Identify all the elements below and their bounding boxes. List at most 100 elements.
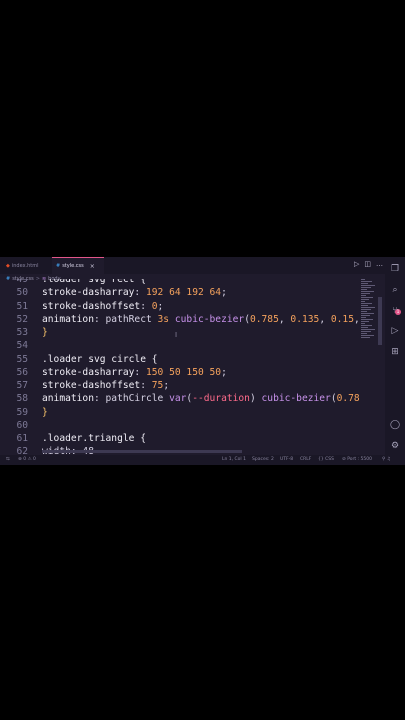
code-line[interactable]: 56 stroke-dasharray: 150 50 150 50; [0, 366, 360, 379]
line-number: 57 [16, 380, 28, 391]
line-number: 59 [16, 406, 28, 418]
editor-actions: ▷ ◫ … [354, 260, 383, 268]
line-number: 52 [16, 313, 28, 325]
line-ending[interactable]: CRLF [300, 457, 311, 462]
run-debug-icon[interactable]: ▷ [389, 325, 401, 337]
minimap-line [361, 329, 375, 330]
minimap-line [361, 315, 370, 316]
code-token: : pathRect [93, 313, 158, 325]
line-source: .loader.triangle { [42, 432, 146, 445]
vertical-scrollbar[interactable] [378, 297, 382, 345]
remote-icon[interactable]: ⇆ [6, 457, 10, 462]
code-token: ; [163, 380, 170, 391]
code-token: ) [249, 393, 262, 405]
extensions-icon[interactable]: ⊞ [389, 346, 401, 358]
close-icon[interactable]: × [90, 263, 95, 270]
minimap-line [361, 321, 369, 322]
minimap[interactable] [360, 279, 376, 339]
code-line[interactable]: 51 stroke-dashoffset: 0; [0, 300, 360, 313]
code-token: : pathCircle [93, 393, 170, 405]
cursor-position[interactable]: Ln 1, Col 1 [222, 457, 246, 462]
code-token: 0.135 [290, 313, 320, 325]
tab-index-html[interactable]: ◆ index.html [0, 257, 48, 274]
code-token: .loader svg circle { [42, 353, 158, 365]
minimap-line [361, 319, 373, 320]
minimap-line [361, 337, 370, 338]
line-source: .loader svg circle { [42, 353, 158, 366]
code-token: : [140, 380, 152, 391]
code-token: 75 [151, 380, 164, 391]
minimap-line [361, 285, 375, 286]
minimap-line [361, 325, 372, 326]
code-area[interactable]: 49 .loader svg rect {50 stroke-dasharray:… [0, 279, 360, 454]
code-token: 192 64 192 64 [145, 287, 222, 299]
activity-bar: ❐⌕⑂▷⊞◯⚙1 [385, 257, 405, 465]
line-number: 54 [16, 340, 28, 352]
code-token: .loader svg rect { [42, 279, 146, 285]
tab-style-css[interactable]: # style.css × [52, 257, 104, 274]
minimap-line [361, 323, 365, 324]
code-token: : [134, 366, 146, 378]
html-file-icon: ◆ [6, 262, 10, 269]
code-token: ; [221, 366, 227, 378]
code-line[interactable]: 49 .loader svg rect { [0, 279, 360, 286]
minimap-line [361, 311, 367, 312]
code-token: 0.785 [336, 393, 360, 405]
live-server-port[interactable]: ⊘ Port : 5500 [342, 457, 372, 462]
code-token: ; [221, 287, 227, 299]
code-token: cubic-bezier [261, 393, 331, 405]
minimap-line [361, 291, 374, 292]
problems-indicator[interactable]: ⊗ 0 ⚠ 0 [18, 457, 36, 462]
minimap-line [361, 313, 374, 314]
code-line[interactable]: 61 .loader.triangle { [0, 432, 360, 445]
code-token: .loader.triangle { [42, 433, 146, 444]
code-line[interactable]: 60 [0, 419, 360, 432]
minimap-line [361, 307, 375, 308]
minimap-line [361, 317, 366, 318]
code-line[interactable]: 54 [0, 339, 360, 352]
tab-label: style.css [62, 263, 84, 269]
settings-gear-icon[interactable]: ⚙ [389, 440, 401, 452]
horizontal-scrollbar[interactable] [42, 450, 242, 453]
line-source: animation: pathCircle var(--duration) cu… [42, 392, 360, 405]
language-mode[interactable]: {} CSS [318, 457, 334, 462]
code-token: 0.785 [249, 313, 279, 325]
search-icon[interactable]: ⌕ [389, 284, 401, 296]
encoding[interactable]: UTF-8 [280, 457, 293, 462]
line-source: stroke-dasharray: 150 50 150 50; [42, 366, 227, 379]
code-line[interactable]: 59} [0, 406, 360, 419]
line-number: 61 [16, 433, 28, 444]
code-token: var [169, 393, 187, 405]
more-actions-icon[interactable]: … [376, 260, 383, 268]
line-source: stroke-dashoffset: 75; [42, 379, 169, 392]
line-number: 50 [16, 287, 28, 299]
line-number: 55 [16, 353, 28, 365]
minimap-line [361, 331, 371, 332]
run-icon[interactable]: ▷ [354, 260, 359, 268]
minimap-line [361, 281, 372, 282]
indentation[interactable]: Spaces: 2 [252, 457, 274, 462]
minimap-line [361, 327, 368, 328]
line-source: stroke-dasharray: 192 64 192 64; [42, 286, 227, 299]
code-line[interactable]: 50 stroke-dasharray: 192 64 192 64; [0, 286, 360, 299]
code-token: stroke-dashoffset [42, 300, 141, 312]
code-line[interactable]: 58 animation: pathCircle var(--duration)… [0, 392, 360, 405]
account-icon[interactable]: ◯ [389, 419, 401, 431]
code-token: , [319, 313, 331, 325]
line-number: 49 [16, 279, 28, 285]
css-file-icon: # [56, 263, 61, 269]
line-source: stroke-dashoffset: 0; [42, 300, 163, 313]
code-line[interactable]: 52 animation: pathRect 3s cubic-bezier(0… [0, 313, 360, 326]
code-line[interactable]: 53} [0, 326, 360, 339]
code-line[interactable]: 57 stroke-dashoffset: 75; [0, 379, 360, 392]
minimap-line [361, 309, 371, 310]
text-cursor-icon: I [175, 331, 178, 339]
minimap-line [361, 301, 365, 302]
notifications-icon[interactable]: ⚲ ♫ [382, 457, 391, 462]
minimap-line [361, 295, 366, 296]
code-line[interactable]: 55 .loader svg circle { [0, 353, 360, 366]
code-token: } [42, 327, 48, 338]
files-icon[interactable]: ❐ [389, 263, 401, 275]
split-editor-icon[interactable]: ◫ [364, 260, 371, 268]
minimap-line [361, 283, 368, 284]
